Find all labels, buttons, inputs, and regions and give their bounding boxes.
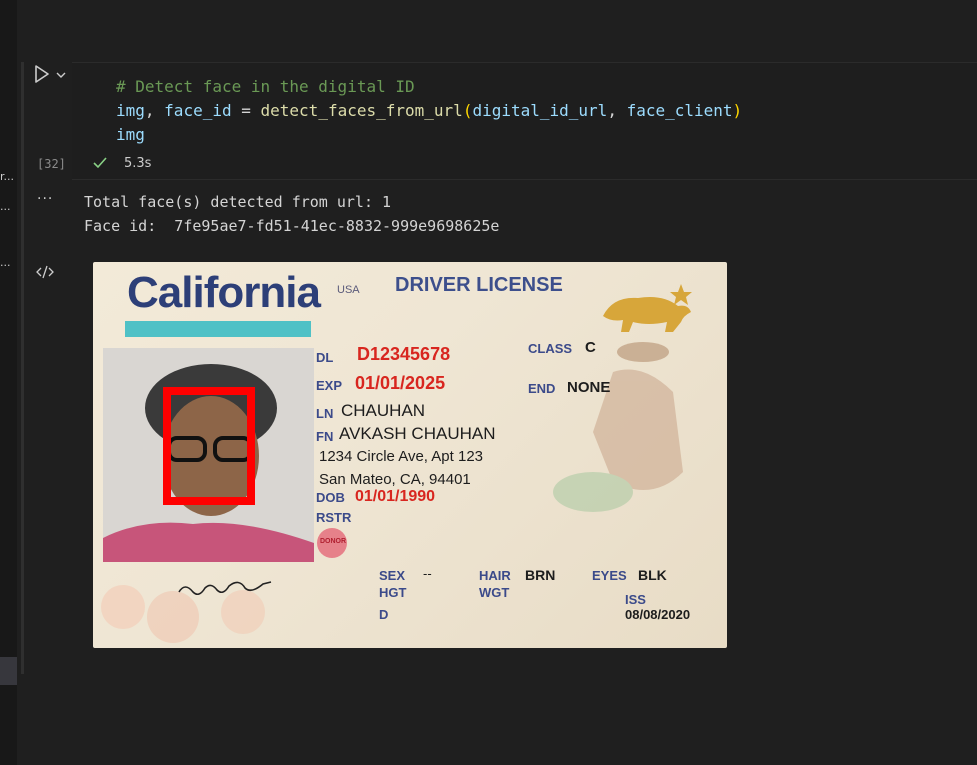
signature — [178, 581, 272, 596]
code-token: detect_faces_from_url — [260, 101, 463, 120]
eyes-value: BLK — [638, 567, 667, 583]
end-label: END — [528, 381, 556, 396]
bear-icon — [603, 284, 692, 332]
address-line-2: San Mateo, CA, 94401 — [319, 471, 471, 488]
class-value: C — [585, 339, 596, 356]
donor-text: DONOR — [320, 538, 347, 545]
exp-label: EXP — [316, 378, 343, 393]
code-token: , — [607, 101, 627, 120]
card-state: California — [127, 268, 321, 317]
iss-value: 08/08/2020 — [625, 607, 691, 622]
cell-focus-indicator — [21, 62, 24, 674]
explorer-item-truncated[interactable]: r... — [0, 170, 14, 183]
output-more-actions[interactable]: ··· — [37, 191, 53, 207]
hair-label: HAIR — [479, 568, 511, 583]
sex-value: -- — [423, 566, 432, 581]
check-icon — [92, 155, 108, 171]
donor-badge: DONOR — [317, 528, 347, 558]
end-value: NONE — [567, 379, 611, 396]
code-token: img — [116, 101, 145, 120]
code-line-3: img — [116, 125, 145, 144]
hair-value: BRN — [525, 567, 556, 583]
code-token: ) — [732, 101, 743, 120]
portrait-photo — [103, 348, 314, 562]
code-token: = — [231, 101, 261, 120]
ln-value: CHAUHAN — [341, 401, 426, 420]
chevron-down-icon — [56, 72, 66, 78]
execution-count: [32] — [37, 157, 66, 171]
hgt-label: HGT — [379, 585, 407, 600]
code-token: , — [144, 101, 165, 120]
sex-label: SEX — [379, 568, 406, 583]
output-text-line: Face id: 7fe95ae7-fd51-41ec-8832-999e969… — [84, 217, 500, 235]
code-token: face_client — [626, 101, 733, 120]
ln-label: LN — [316, 406, 334, 421]
execution-time: 5.3s — [124, 156, 152, 171]
explorer-edge — [0, 0, 17, 765]
address-line-1: 1234 Circle Ave, Apt 123 — [319, 448, 484, 465]
card-usa: USA — [337, 284, 360, 296]
fn-label: FN — [316, 429, 334, 444]
run-cell-button[interactable] — [32, 64, 52, 84]
code-comment: # Detect face in the digital ID — [116, 77, 415, 96]
dob-value: 01/01/1990 — [355, 488, 436, 505]
output-image-id-card: California USA DRIVER LICENSE DL D123456… — [93, 262, 727, 648]
explorer-selected-item[interactable] — [0, 657, 17, 685]
code-line-2: img, face_id = detect_faces_from_url(dig… — [116, 100, 742, 122]
miner-illustration — [553, 342, 683, 512]
explorer-item-truncated[interactable]: ... — [0, 200, 11, 213]
face-detection-box — [163, 387, 255, 505]
card-type: DRIVER LICENSE — [395, 274, 563, 296]
explorer-item-truncated[interactable]: ... — [0, 256, 11, 269]
d-label: D — [379, 607, 389, 622]
code-icon[interactable] — [36, 264, 54, 280]
wgt-label: WGT — [479, 585, 510, 600]
dl-value: D12345678 — [357, 344, 451, 364]
code-token: face_id — [164, 101, 232, 120]
iss-label: ISS — [625, 592, 646, 607]
fn-value: AVKASH CHAUHAN — [339, 424, 496, 443]
code-token: digital_id_url — [472, 101, 608, 120]
dob-label: DOB — [316, 490, 345, 505]
dl-label: DL — [316, 350, 334, 365]
rstr-label: RSTR — [316, 510, 352, 525]
output-text-line: Total face(s) detected from url: 1 — [84, 193, 392, 211]
run-options-chevron[interactable] — [55, 66, 67, 78]
play-icon — [35, 65, 49, 83]
code-token: ( — [462, 101, 473, 120]
exp-value: 01/01/2025 — [355, 373, 446, 393]
card-accent-bar — [125, 321, 311, 337]
class-label: CLASS — [528, 341, 573, 356]
eyes-label: EYES — [592, 568, 627, 583]
